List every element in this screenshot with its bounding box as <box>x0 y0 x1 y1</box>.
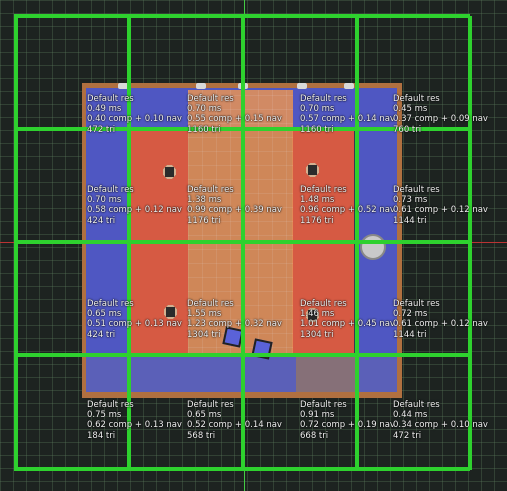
tile-resolution: Default res <box>87 185 134 195</box>
tile-stats: Default res 0.72 ms 0.61 comp + 0.12 nav… <box>393 299 503 340</box>
tile-triangles: 1176 tri <box>187 215 221 226</box>
tile-time: 0.65 ms <box>87 309 122 320</box>
tile-stats: Default res 0.49 ms 0.40 comp + 0.10 nav… <box>87 94 197 135</box>
tile-stats: Default res 0.70 ms 0.55 comp + 0.15 nav… <box>187 94 297 135</box>
tile-time: 0.73 ms <box>393 195 428 206</box>
tile-breakdown: 0.51 comp + 0.13 nav <box>87 319 182 330</box>
tile-time: 1.38 ms <box>187 195 222 206</box>
tile-stats: Default res 1.55 ms 1.23 comp + 0.32 nav… <box>187 299 297 340</box>
tile-breakdown: 0.61 comp + 0.12 nav <box>393 205 488 216</box>
tile-stats: Default res 0.65 ms 0.52 comp + 0.14 nav… <box>187 400 297 441</box>
tile-triangles: 1144 tri <box>393 215 427 226</box>
tile-stats: Default res 0.73 ms 0.61 comp + 0.12 nav… <box>393 185 503 226</box>
tile-time: 0.65 ms <box>187 410 222 421</box>
tile-breakdown: 0.99 comp + 0.39 nav <box>187 205 282 216</box>
edge-marker <box>344 83 354 89</box>
tile-time: 0.75 ms <box>87 410 122 421</box>
south-walkway-ramp <box>296 357 358 392</box>
tile-stats: Default res 0.65 ms 0.51 comp + 0.13 nav… <box>87 299 197 340</box>
edge-marker <box>196 83 206 89</box>
tile-resolution: Default res <box>187 185 234 195</box>
tile-breakdown: 0.55 comp + 0.15 nav <box>187 114 282 125</box>
tile-resolution: Default res <box>393 299 440 309</box>
tile-breakdown: 1.23 comp + 0.32 nav <box>187 319 282 330</box>
tile-resolution: Default res <box>393 185 440 195</box>
tile-breakdown: 0.34 comp + 0.10 nav <box>393 420 488 431</box>
tile-triangles: 568 tri <box>187 430 216 441</box>
barrel-prop[interactable] <box>163 165 176 179</box>
tile-stats: Default res 0.75 ms 0.62 comp + 0.13 nav… <box>87 400 197 441</box>
tile-border <box>14 14 470 18</box>
tile-resolution: Default res <box>187 94 234 104</box>
tile-triangles: 1304 tri <box>187 329 221 340</box>
tile-stats: Default res 0.44 ms 0.34 comp + 0.10 nav… <box>393 400 503 441</box>
tile-triangles: 760 tri <box>393 124 422 135</box>
tile-triangles: 472 tri <box>393 430 422 441</box>
tile-triangles: 1144 tri <box>393 329 427 340</box>
tile-border <box>14 353 470 357</box>
tile-border <box>14 240 470 244</box>
edge-marker <box>297 83 307 89</box>
tile-triangles: 1160 tri <box>187 124 221 135</box>
tile-breakdown: 0.61 comp + 0.12 nav <box>393 319 488 330</box>
tile-breakdown: 0.37 comp + 0.09 nav <box>393 114 488 125</box>
tile-time: 0.45 ms <box>393 104 428 115</box>
tile-time: 0.70 ms <box>187 104 222 115</box>
tile-border <box>14 467 470 471</box>
tile-time: 0.49 ms <box>87 104 122 115</box>
tile-resolution: Default res <box>87 94 134 104</box>
tile-time: 0.70 ms <box>87 195 122 206</box>
tile-time: 0.72 ms <box>393 309 428 320</box>
tile-resolution: Default res <box>393 94 440 104</box>
tile-stats: Default res 0.45 ms 0.37 comp + 0.09 nav… <box>393 94 503 135</box>
tile-resolution: Default res <box>87 299 134 309</box>
tile-breakdown: 0.62 comp + 0.13 nav <box>87 420 182 431</box>
tile-time: 0.44 ms <box>393 410 428 421</box>
tile-breakdown: 0.40 comp + 0.10 nav <box>87 114 182 125</box>
round-pillar-prop[interactable] <box>360 234 386 260</box>
tile-resolution: Default res <box>187 299 234 309</box>
barrel-prop[interactable] <box>306 163 319 177</box>
tile-resolution: Default res <box>87 400 134 410</box>
tile-triangles: 424 tri <box>87 329 116 340</box>
tile-time: 1.55 ms <box>187 309 222 320</box>
tile-breakdown: 0.52 comp + 0.14 nav <box>187 420 282 431</box>
tile-breakdown: 0.58 comp + 0.12 nav <box>87 205 182 216</box>
tile-resolution: Default res <box>187 400 234 410</box>
tile-triangles: 184 tri <box>87 430 116 441</box>
tile-triangles: 472 tri <box>87 124 116 135</box>
tile-stats: Default res 1.38 ms 0.99 comp + 0.39 nav… <box>187 185 297 226</box>
tile-stats: Default res 0.70 ms 0.58 comp + 0.12 nav… <box>87 185 197 226</box>
tile-triangles: 424 tri <box>87 215 116 226</box>
tile-resolution: Default res <box>393 400 440 410</box>
